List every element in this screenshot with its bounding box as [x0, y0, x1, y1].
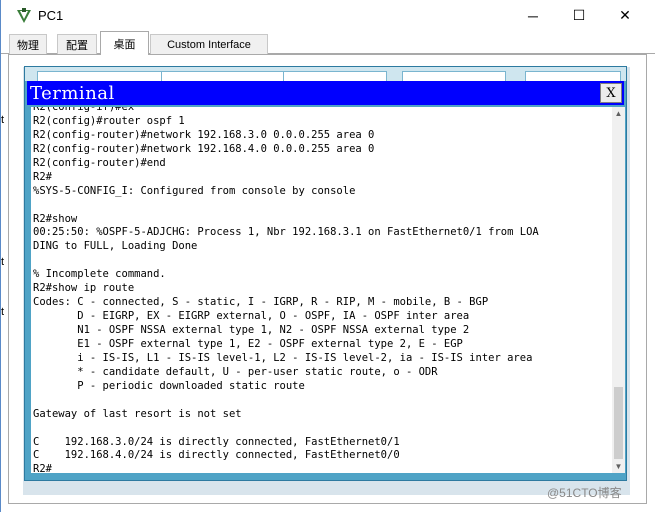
tab-strip: 物理 配置 桌面 Custom Interface	[1, 31, 655, 55]
title-bar[interactable]: PC1 ─ ☐ ✕	[1, 0, 655, 31]
obscured-label: t	[1, 114, 5, 126]
tab-custom-interface[interactable]: Custom Interface	[150, 34, 268, 54]
app-tile	[525, 71, 621, 81]
terminal-line: R2(config-router)#network 192.168.3.0 0.…	[33, 128, 375, 141]
terminal-line: R2#show	[33, 212, 78, 225]
terminal-line: 00:25:50: %OSPF-5-ADJCHG: Process 1, Nbr…	[33, 226, 539, 239]
terminal-line: R2(config)#router ospf 1	[33, 114, 185, 127]
terminal-close-button[interactable]: X	[600, 83, 622, 103]
minimize-icon: ─	[528, 7, 538, 24]
terminal-line: DING to FULL, Loading Done	[33, 240, 198, 253]
obscured-label: t	[1, 306, 5, 318]
terminal-line: %SYS-5-CONFIG_I: Configured from console…	[33, 184, 356, 197]
scroll-up-arrow-icon[interactable]: ▲	[612, 107, 625, 120]
desktop-apps-behind	[25, 67, 626, 81]
terminal-line: * - candidate default, U - per-user stat…	[33, 365, 438, 378]
minimize-button[interactable]: ─	[510, 0, 556, 31]
scrollbar-thumb[interactable]	[614, 387, 623, 459]
terminal-title-bar[interactable]: Terminal X	[27, 81, 624, 105]
terminal-title: Terminal	[30, 83, 115, 104]
terminal-line: R2(config-router)#end	[33, 156, 166, 169]
terminal-line: R2(config-if)#ex	[33, 107, 135, 113]
terminal-line: D - EIGRP, EX - EIGRP external, O - OSPF…	[33, 310, 470, 323]
tab-desktop[interactable]: 桌面	[100, 31, 149, 55]
tab-physical[interactable]: 物理	[9, 34, 47, 54]
close-icon: X	[606, 85, 616, 101]
terminal-line: R2(config-router)#network 192.168.4.0 0.…	[33, 142, 375, 155]
terminal-scrollbar[interactable]: ▲ ▼	[612, 107, 625, 473]
scroll-down-arrow-icon[interactable]: ▼	[612, 460, 625, 473]
app-tile	[161, 71, 291, 81]
window-title: PC1	[38, 8, 64, 23]
terminal-line: R2#	[33, 170, 52, 183]
terminal-line: P - periodic downloaded static route	[33, 379, 305, 392]
watermark: @51CTO博客	[547, 486, 622, 500]
app-tile	[402, 71, 506, 81]
terminal-line: R2#show ip route	[33, 282, 135, 295]
terminal-line: N1 - OSPF NSSA external type 1, N2 - OSP…	[33, 324, 470, 336]
terminal-line: Gateway of last resort is not set	[33, 407, 242, 420]
terminal-line: Codes: C - connected, S - static, I - IG…	[33, 296, 489, 309]
app-tile	[37, 71, 163, 81]
app-tile	[283, 71, 387, 81]
terminal-lines: R2(config-if)#ex R2(config)#router ospf 1…	[33, 107, 539, 473]
terminal-line: % Incomplete command.	[33, 268, 166, 281]
obscured-label: t	[1, 256, 5, 268]
maximize-icon: ☐	[572, 7, 586, 23]
close-icon: ✕	[619, 7, 631, 23]
terminal-line: E1 - OSPF external type 1, E2 - OSPF ext…	[33, 337, 463, 350]
terminal-window: Terminal X R2(config-if)#ex R2(config)#ro…	[24, 66, 627, 481]
packet-tracer-pc-icon	[17, 8, 31, 23]
close-button[interactable]: ✕	[602, 0, 648, 31]
terminal-output[interactable]: R2(config-if)#ex R2(config)#router ospf 1…	[31, 107, 612, 473]
tab-config[interactable]: 配置	[57, 34, 97, 54]
terminal-line: C 192.168.3.0/24 is directly connected, …	[33, 435, 400, 448]
terminal-line: C 192.168.4.0/24 is directly connected, …	[33, 449, 400, 462]
pc1-window: PC1 ─ ☐ ✕ 物理 配置 桌面 Custom Interface t t …	[0, 0, 655, 512]
terminal-line: i - IS-IS, L1 - IS-IS level-1, L2 - IS-I…	[33, 351, 533, 364]
maximize-button[interactable]: ☐	[556, 0, 602, 31]
terminal-line: R2#	[33, 463, 52, 473]
